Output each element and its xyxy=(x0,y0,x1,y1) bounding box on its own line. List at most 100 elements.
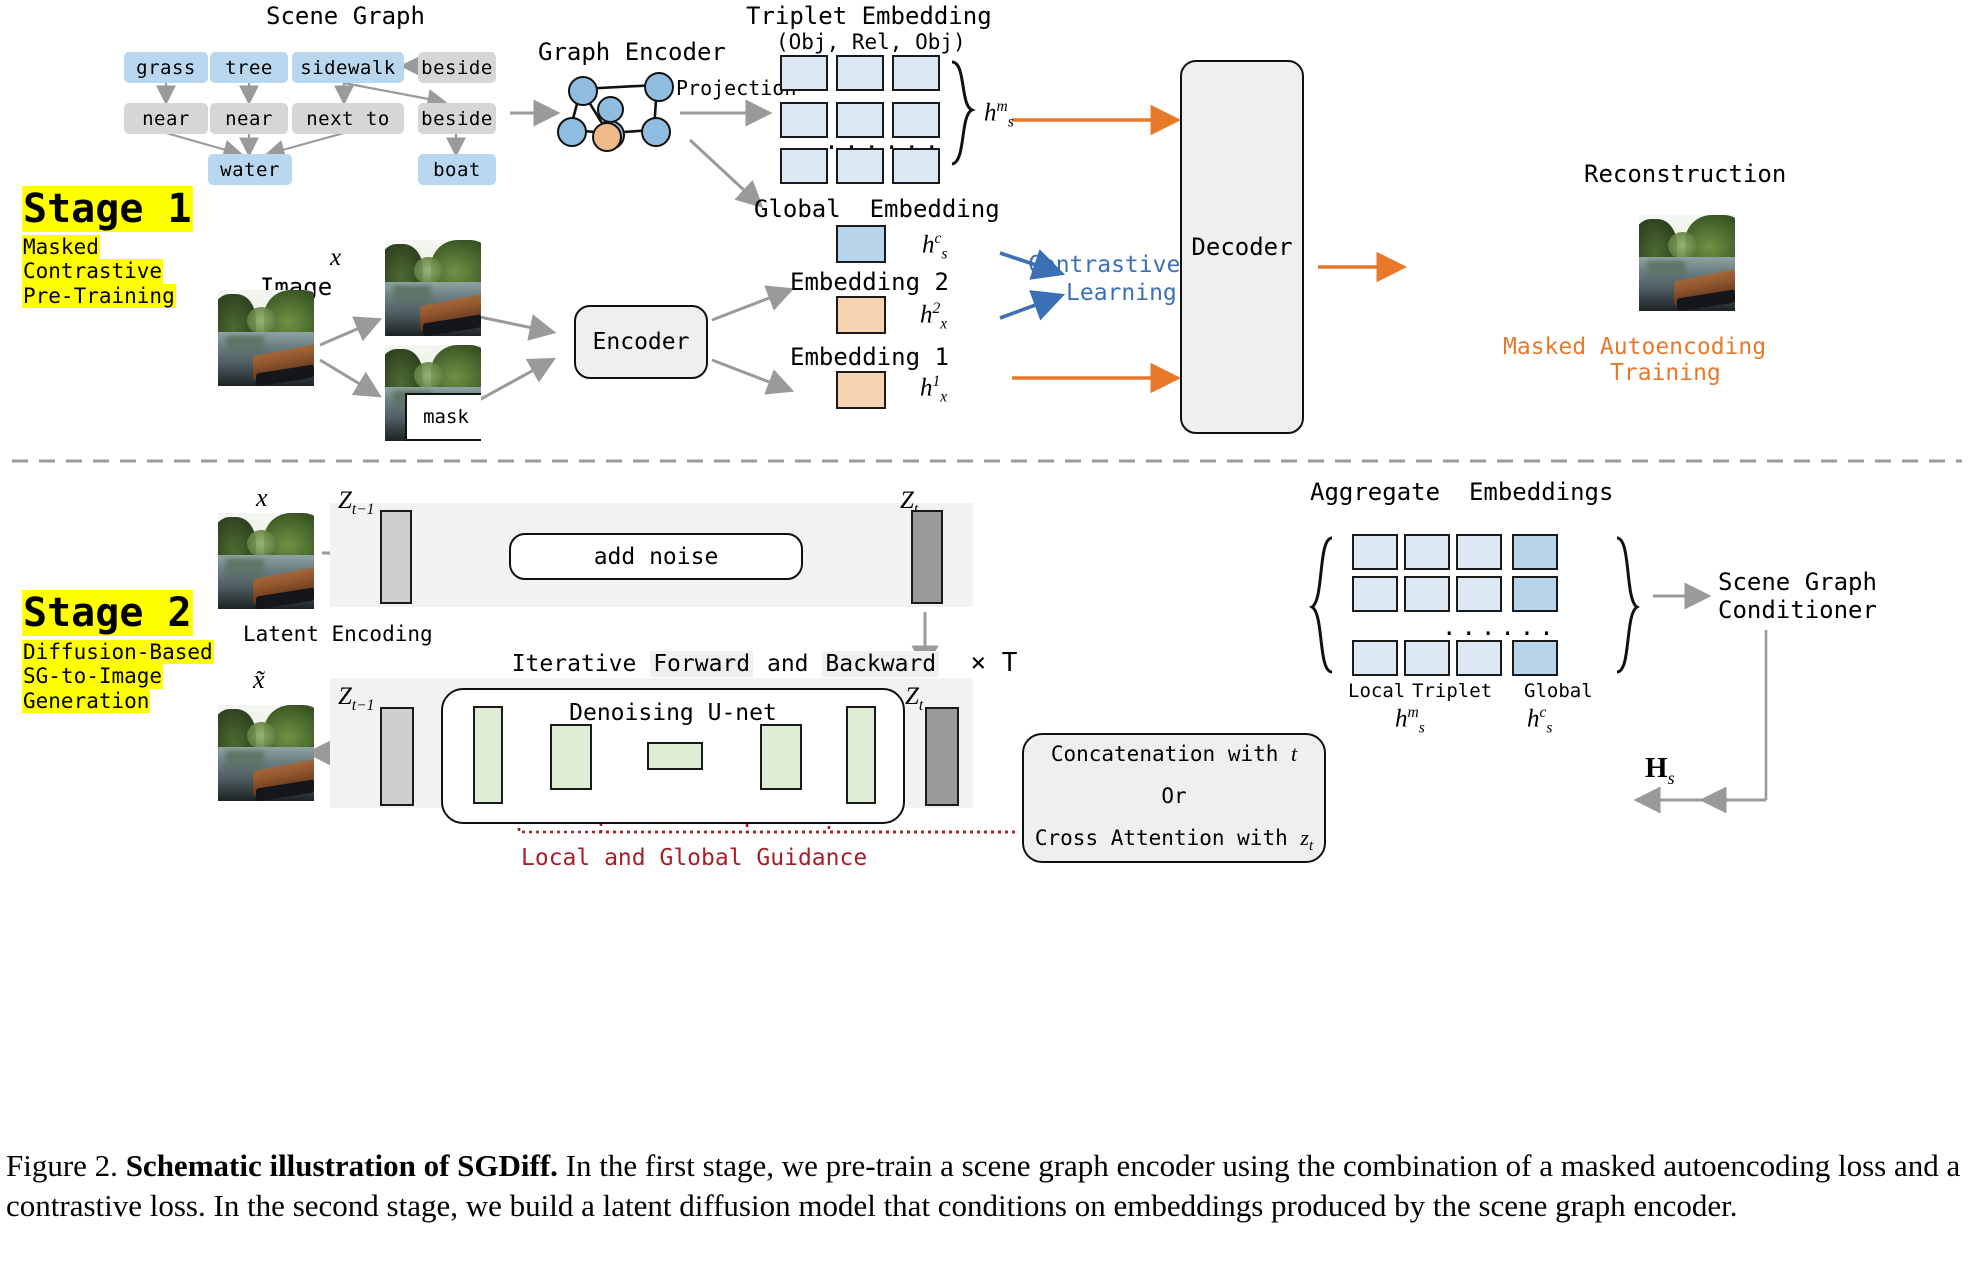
decoder-label: Decoder xyxy=(1191,233,1293,261)
sg-node-beside-mid: beside xyxy=(418,103,496,134)
aggregate-embeddings-title: Aggregate Embeddings xyxy=(1310,478,1614,506)
stage1-sub-2: Contrastive xyxy=(22,259,164,284)
iterative-label: Iterative Forward and Backward × T xyxy=(484,622,1018,678)
latent-z-prev-bar-top xyxy=(380,510,412,604)
iterative-part-forward: Forward xyxy=(650,651,754,677)
latent-encoding-label: Latent Encoding xyxy=(243,622,433,646)
conditioning-crossattn-line: Cross Attention with zt xyxy=(1035,825,1313,855)
unet-block xyxy=(647,742,703,770)
triplet-embedding-title-1: Triplet Embedding xyxy=(746,2,992,30)
aggregate-cell xyxy=(1352,576,1398,612)
sg-node-sidewalk: sidewalk xyxy=(292,52,404,83)
sg-node-near-1: near xyxy=(124,103,208,134)
h-sup: m xyxy=(996,98,1008,115)
augmented-view-thumbnail xyxy=(385,240,481,336)
decoder-box: Decoder xyxy=(1180,60,1304,434)
aggregate-label-local: Local xyxy=(1348,680,1406,702)
encoder-box: Encoder xyxy=(574,305,708,379)
triplet-cell xyxy=(836,55,884,91)
aggregate-cell-global xyxy=(1512,576,1558,612)
aggregate-cell xyxy=(1404,640,1450,676)
global-embedding-title: Global Embedding xyxy=(754,195,1000,223)
scene-graph-conditioner-label-2: Conditioner xyxy=(1718,596,1877,624)
z-prev-label-bottom: Zt−1 xyxy=(338,683,374,715)
conditioning-or-line: Or xyxy=(1161,783,1187,808)
aggregate-label-triplet: Triplet xyxy=(1412,680,1493,702)
sg-node-next-to: next to xyxy=(292,103,404,134)
triplet-cell xyxy=(780,102,828,138)
sg-node-grass: grass xyxy=(124,52,208,83)
h-sup: m xyxy=(1407,704,1419,721)
sg-node-boat: boat xyxy=(418,154,496,185)
aggregate-symbol-global: hcs xyxy=(1527,704,1552,737)
encoder-label: Encoder xyxy=(592,329,690,355)
stage2-subtitle: Diffusion-Based SG-to-Image Generation xyxy=(22,640,214,714)
projection-label: Projection xyxy=(676,76,797,100)
aggregate-cell xyxy=(1352,640,1398,676)
aggregate-cell xyxy=(1456,576,1502,612)
conditioning-concat-line: Concatenation with t xyxy=(1051,741,1297,767)
h-symbol: h xyxy=(920,301,933,329)
h-symbol: h xyxy=(984,99,997,127)
caption-bold: Schematic illustration of SGDiff. xyxy=(125,1148,558,1183)
stage2-output-var: x̃ xyxy=(253,665,265,694)
input-image-thumbnail xyxy=(218,290,314,386)
triplet-cell xyxy=(780,55,828,91)
stage2-title-text: Stage 2 xyxy=(22,590,193,636)
z-symbol: Z xyxy=(905,683,919,710)
triplet-cell xyxy=(780,148,828,184)
embedding1-symbol: h1x xyxy=(920,373,947,406)
caption-label: Figure 2. xyxy=(6,1148,118,1183)
sg-node-tree: tree xyxy=(210,52,288,83)
mae-training-label-2: Training xyxy=(1610,360,1721,386)
mask-label: mask xyxy=(405,393,481,441)
z-t-label-bottom: Zt xyxy=(905,683,923,715)
stage1-title: Stage 1 xyxy=(22,186,193,232)
concat-var: t xyxy=(1291,740,1298,766)
crossattn-var: z xyxy=(1300,824,1309,850)
aggregate-cell xyxy=(1456,640,1502,676)
embedding2-label: Embedding 2 xyxy=(790,268,949,296)
z-symbol: Z xyxy=(338,683,352,710)
latent-z-prev-bar-bottom xyxy=(380,707,414,806)
aggregate-cell xyxy=(1456,534,1502,570)
crossattn-sub: t xyxy=(1308,838,1314,855)
guidance-label: Local and Global Guidance xyxy=(521,845,868,871)
h-sub: x xyxy=(940,388,948,406)
contrastive-learning-label-2: Learning xyxy=(1066,280,1177,306)
iterative-part-times-T: × T xyxy=(939,648,1018,678)
embedding1-cell xyxy=(836,371,886,409)
latent-z-t-bar-top xyxy=(911,510,943,604)
stage2-input-var: x xyxy=(256,483,268,512)
triplet-embedding-title-2: (Obj, Rel, Obj) xyxy=(776,30,966,54)
aggregate-symbol-local-triplet: hms xyxy=(1395,704,1425,737)
unet-block xyxy=(473,706,503,804)
mae-training-label-1: Masked Autoencoding xyxy=(1503,334,1767,360)
conditioning-method-box: Concatenation with t Or Cross Attention … xyxy=(1022,733,1326,863)
z-sub: t−1 xyxy=(351,697,375,714)
aggregate-ellipsis: ...... xyxy=(1442,613,1559,641)
h-sub: x xyxy=(940,315,948,333)
embedding2-cell xyxy=(836,296,886,334)
unet-block xyxy=(760,724,802,790)
aggregate-cell xyxy=(1404,534,1450,570)
hs-sub: s xyxy=(1667,767,1675,788)
global-embedding-cell xyxy=(836,225,886,263)
z-symbol: Z xyxy=(338,487,352,514)
h-symbol: h xyxy=(1395,705,1408,733)
aggregate-cell xyxy=(1352,534,1398,570)
masked-view-thumbnail: mask xyxy=(385,345,481,441)
iterative-part-backward: Backward xyxy=(822,651,940,677)
z-sub: t−1 xyxy=(351,501,375,518)
reconstruction-thumbnail xyxy=(1639,215,1735,311)
hs-letter: H xyxy=(1645,752,1668,784)
contrastive-learning-label-1: Contrastive xyxy=(1028,252,1181,278)
reconstruction-label: Reconstruction xyxy=(1584,160,1787,188)
h-symbol: h xyxy=(922,231,935,259)
aggregate-cell-global xyxy=(1512,534,1558,570)
stage2-title: Stage 2 xyxy=(22,590,193,636)
denoising-unet-label: Denoising U-net xyxy=(569,700,777,726)
generated-image-thumbnail xyxy=(218,705,314,801)
h-symbol: h xyxy=(1527,705,1540,733)
unet-block xyxy=(846,706,876,804)
